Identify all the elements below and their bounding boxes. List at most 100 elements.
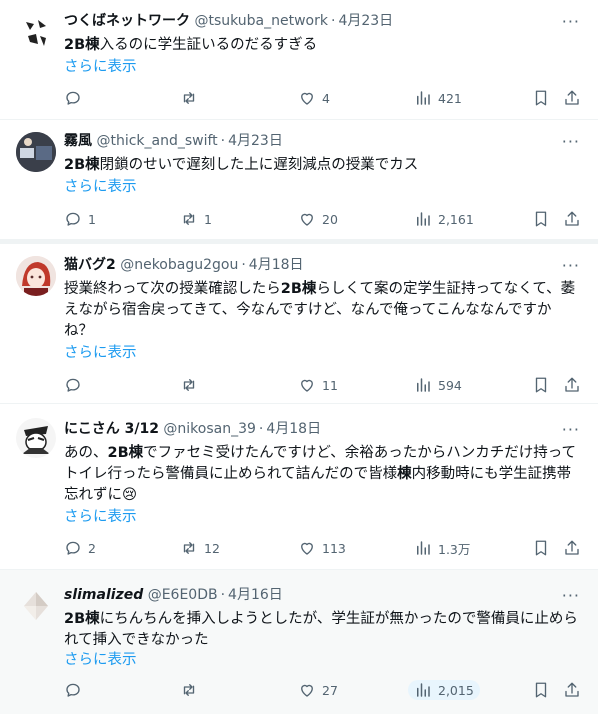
author-handle[interactable]: @tsukuba_network [194, 13, 328, 29]
share-button[interactable] [563, 88, 581, 108]
author-handle[interactable]: @nekobagu2gou [120, 257, 238, 273]
separator-dot: · [220, 133, 226, 149]
tweet-actions: 11 594 [0, 375, 598, 395]
tweet[interactable]: つくばネットワーク @tsukuba_network · 4月23日 ··· 2B棟… [0, 0, 598, 120]
keyword: 2B棟 [64, 157, 100, 173]
retweet-button[interactable]: 1 [180, 209, 212, 229]
tweet-header: にこさん 3/12 @nikosan_39 · 4月18日 [64, 420, 321, 438]
view-count: 1.3万 [438, 541, 471, 557]
avatar[interactable] [16, 12, 56, 52]
more-options-icon[interactable]: ··· [562, 14, 580, 30]
more-options-icon[interactable]: ··· [562, 422, 580, 438]
post-date[interactable]: 4月23日 [228, 133, 283, 149]
tweet-actions: 1 1 20 2,161 [0, 209, 598, 229]
views-button[interactable]: 1.3万 [414, 538, 470, 558]
separator-dot: · [258, 421, 264, 437]
like-button[interactable]: 113 [298, 538, 346, 558]
heart-icon [301, 92, 313, 105]
post-date[interactable]: 4月18日 [266, 421, 321, 437]
reply-icon [66, 212, 80, 226]
author-handle[interactable]: @nikosan_39 [163, 421, 256, 437]
retweet-button[interactable] [180, 375, 204, 395]
author-handle[interactable]: @E6E0DB [148, 587, 218, 603]
retweet-icon [183, 92, 195, 104]
show-more-link[interactable]: さらに表示 [64, 650, 137, 670]
views-button[interactable]: 594 [414, 375, 462, 395]
tweet[interactable]: slimalized @E6E0DB · 4月16日 ··· 2B棟にちんちんを挿入… [0, 570, 598, 714]
share-icon [565, 682, 579, 697]
bookmark-icon [535, 540, 547, 556]
retweet-button[interactable] [180, 88, 204, 108]
bookmark-button[interactable] [532, 538, 550, 558]
view-count: 594 [438, 377, 462, 393]
views-chart-icon [417, 91, 430, 105]
like-button[interactable]: 27 [298, 680, 338, 700]
like-button[interactable]: 4 [298, 88, 330, 108]
show-more-link[interactable]: さらに表示 [64, 57, 137, 77]
reply-button[interactable]: 2 [64, 538, 96, 558]
share-icon [565, 90, 579, 105]
show-more-link[interactable]: さらに表示 [64, 507, 137, 527]
tweet[interactable]: 猫バグ2 @nekobagu2gou · 4月18日 ··· 授業終わって次の授業確… [0, 244, 598, 404]
retweet-icon [183, 379, 195, 391]
keyword: 2B棟 [64, 37, 100, 53]
tweet[interactable]: 霧風 @thick_and_swift · 4月23日 ··· 2B棟閉鎖のせいで遅… [0, 120, 598, 240]
views-button[interactable]: 2,015 [408, 680, 480, 700]
show-more-link[interactable]: さらに表示 [64, 177, 137, 197]
tweet-actions: 4 421 [0, 88, 598, 108]
author-name[interactable]: 猫バグ2 [64, 257, 116, 273]
share-icon [565, 540, 579, 555]
author-handle[interactable]: @thick_and_swift [96, 133, 217, 149]
avatar[interactable] [16, 256, 56, 296]
share-icon [565, 211, 579, 226]
heart-icon [301, 379, 313, 392]
more-options-icon[interactable]: ··· [562, 588, 580, 604]
share-button[interactable] [563, 680, 581, 700]
like-count: 11 [322, 377, 338, 393]
author-name[interactable]: つくばネットワーク [64, 13, 190, 29]
bookmark-button[interactable] [532, 88, 550, 108]
bookmark-icon [535, 211, 547, 227]
reply-button[interactable] [64, 88, 88, 108]
reply-button[interactable] [64, 680, 88, 700]
post-date[interactable]: 4月18日 [249, 257, 304, 273]
views-chart-icon [417, 541, 430, 555]
author-name[interactable]: 霧風 [64, 133, 92, 149]
bookmark-button[interactable] [532, 209, 550, 229]
show-more-link[interactable]: さらに表示 [64, 343, 137, 363]
tweet-text-body: にちんちんを挿入しようとしたが、学生証が無かったので警備員に止められて挿入できな… [64, 611, 578, 648]
separator-dot: · [241, 257, 246, 273]
share-button[interactable] [563, 538, 581, 558]
post-date[interactable]: 4月16日 [228, 587, 283, 603]
retweet-button[interactable] [180, 680, 204, 700]
tweet-text: あの、2B棟でファセミ受けたんですけど、余裕あったからハンカチだけ持ってトイレ行… [64, 443, 580, 506]
tweet-text: 2B棟入るのに学生証いるのだるすぎる [64, 35, 580, 56]
tweet[interactable]: にこさん 3/12 @nikosan_39 · 4月18日 ··· あの、2B棟でフ… [0, 404, 598, 570]
view-count: 2,161 [438, 211, 474, 227]
more-options-icon[interactable]: ··· [562, 258, 580, 274]
retweet-button[interactable]: 12 [180, 538, 220, 558]
tweet-actions: 2 12 113 1.3万 [0, 538, 598, 558]
reply-icon [66, 91, 80, 105]
bookmark-button[interactable] [532, 375, 550, 395]
like-button[interactable]: 20 [298, 209, 338, 229]
avatar[interactable] [16, 132, 56, 172]
reply-button[interactable]: 1 [64, 209, 96, 229]
bookmark-button[interactable] [532, 680, 550, 700]
like-button[interactable]: 11 [298, 375, 338, 395]
more-options-icon[interactable]: ··· [562, 134, 580, 150]
share-button[interactable] [563, 209, 581, 229]
share-button[interactable] [563, 375, 581, 395]
share-icon [565, 377, 579, 392]
reply-button[interactable] [64, 375, 88, 395]
views-button[interactable]: 421 [414, 88, 462, 108]
tweet-header: つくばネットワーク @tsukuba_network · 4月23日 [64, 12, 393, 30]
reply-icon [66, 541, 80, 555]
post-date[interactable]: 4月23日 [338, 13, 393, 29]
avatar[interactable] [16, 586, 56, 626]
avatar[interactable] [16, 418, 56, 458]
keyword: 2B棟 [280, 281, 317, 297]
views-button[interactable]: 2,161 [414, 209, 474, 229]
author-name[interactable]: にこさん 3/12 [64, 421, 159, 437]
author-name[interactable]: slimalized [64, 587, 143, 603]
